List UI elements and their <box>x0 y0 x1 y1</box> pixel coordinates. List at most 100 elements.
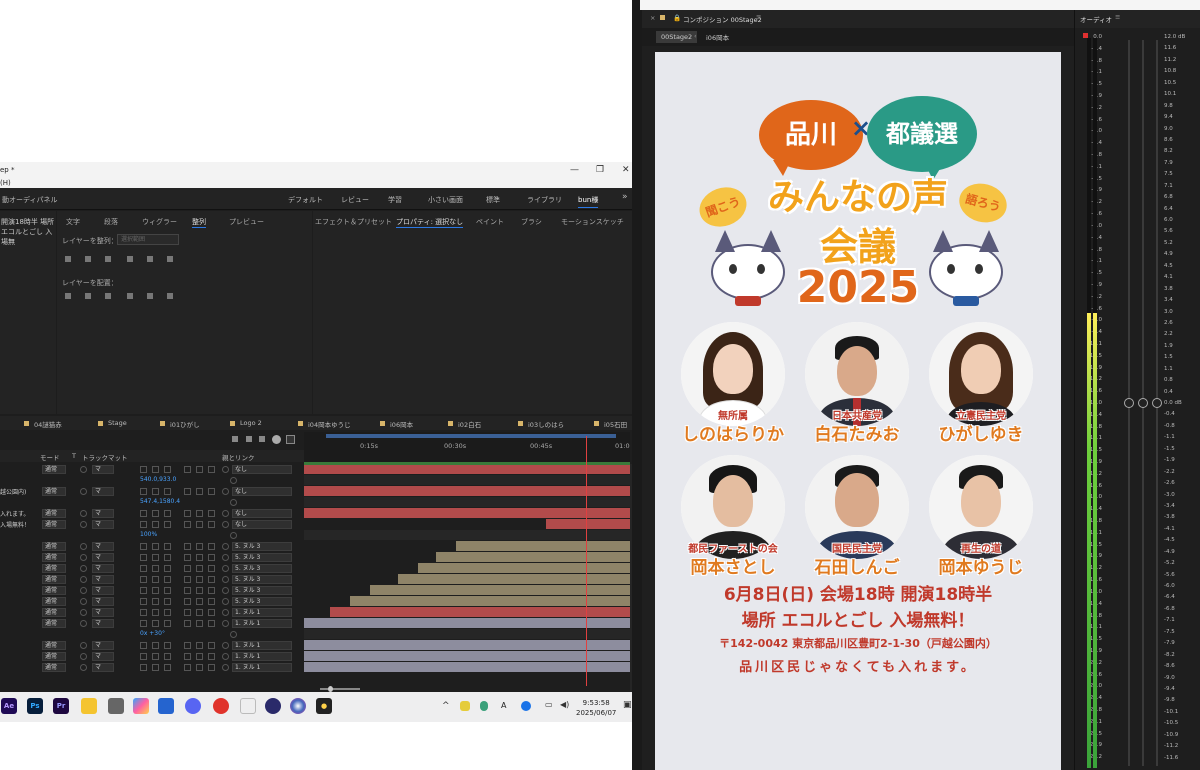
workspace-tab[interactable]: 学習 <box>388 195 402 205</box>
distribute-bottom-icon[interactable] <box>105 293 111 299</box>
work-area-bar[interactable] <box>326 434 616 438</box>
parent-select[interactable]: 5. ヌル 3 <box>232 575 292 584</box>
layer-switch-icon[interactable] <box>140 554 147 561</box>
layer-bar[interactable] <box>456 541 630 551</box>
panel-menu-icon[interactable]: ≡ <box>756 13 761 21</box>
layer-row[interactable]: 通常 マ 1. ヌル 1 <box>0 640 305 651</box>
blend-mode-select[interactable]: 通常 <box>42 652 66 661</box>
stopwatch-icon[interactable] <box>230 477 237 484</box>
layer-switch-icon[interactable] <box>152 609 159 616</box>
preserve-transparency-icon[interactable] <box>80 521 87 528</box>
close-panel-icon[interactable]: × <box>650 14 655 22</box>
layer-switch-icon[interactable] <box>196 543 203 550</box>
pick-whip-icon[interactable] <box>222 565 229 572</box>
preserve-transparency-icon[interactable] <box>80 664 87 671</box>
layer-switch-icon[interactable] <box>184 488 191 495</box>
blend-mode-select[interactable]: 通常 <box>42 509 66 518</box>
blend-mode-select[interactable]: 通常 <box>42 619 66 628</box>
parent-select[interactable]: 5. ヌル 3 <box>232 564 292 573</box>
parent-select[interactable]: 1. ヌル 1 <box>232 641 292 650</box>
layer-switch-icon[interactable] <box>208 554 215 561</box>
preserve-transparency-icon[interactable] <box>80 576 87 583</box>
taskbar-app-icon[interactable] <box>290 698 306 714</box>
layer-name[interactable]: 越公園内) <box>0 487 26 496</box>
layer-bar[interactable] <box>418 563 630 573</box>
layer-row[interactable]: 通常 マ 5. ヌル 3 <box>0 574 305 585</box>
tray-mic-icon[interactable] <box>480 701 488 711</box>
layer-row[interactable]: 通常 マ 5. ヌル 3 <box>0 596 305 607</box>
layer-switch-icon[interactable] <box>196 554 203 561</box>
playhead[interactable] <box>586 436 587 686</box>
taskbar-files-icon[interactable] <box>81 698 97 714</box>
layer-switch-icon[interactable] <box>184 609 191 616</box>
pick-whip-icon[interactable] <box>222 664 229 671</box>
blend-mode-select[interactable]: 通常 <box>42 575 66 584</box>
pick-whip-icon[interactable] <box>222 587 229 594</box>
pick-whip-icon[interactable] <box>222 554 229 561</box>
graph-editor-icon[interactable] <box>272 435 281 444</box>
layer-switch-icon[interactable] <box>164 543 171 550</box>
preserve-transparency-icon[interactable] <box>80 598 87 605</box>
preserve-transparency-icon[interactable] <box>80 554 87 561</box>
track-matte-select[interactable]: マ <box>92 652 114 661</box>
property-value[interactable]: 547.4,1580.4 <box>140 498 180 505</box>
parent-select[interactable]: 1. ヌル 1 <box>232 608 292 617</box>
layer-switch-icon[interactable] <box>184 620 191 627</box>
parent-select[interactable]: 5. ヌル 3 <box>232 586 292 595</box>
tray-app-icon[interactable] <box>521 701 531 711</box>
layer-bar[interactable] <box>436 552 630 562</box>
parent-select[interactable]: なし <box>232 465 292 474</box>
layer-switch-icon[interactable] <box>164 565 171 572</box>
layer-switch-icon[interactable] <box>184 565 191 572</box>
timeline-tab[interactable]: i03しのはら <box>528 419 564 429</box>
pick-whip-icon[interactable] <box>222 642 229 649</box>
timeline-tab[interactable]: Logo 2 <box>240 419 262 427</box>
layer-switch-icon[interactable] <box>208 488 215 495</box>
workspace-tab[interactable]: 小さい画面 <box>428 195 463 205</box>
track-matte-select[interactable]: マ <box>92 509 114 518</box>
pick-whip-icon[interactable] <box>222 510 229 517</box>
workspace-tab[interactable]: レビュー <box>341 195 369 205</box>
blend-mode-select[interactable]: 通常 <box>42 465 66 474</box>
layer-row[interactable]: 通常 マ 5. ヌル 3 <box>0 541 305 552</box>
parent-select[interactable]: 5. ヌル 3 <box>232 553 292 562</box>
clip-indicator[interactable] <box>1083 33 1088 38</box>
layer-row[interactable]: 通常 マ 5. ヌル 3 <box>0 552 305 563</box>
minimize-icon[interactable]: — <box>570 162 579 178</box>
align-vcenter-icon[interactable] <box>147 256 153 262</box>
layer-switch-icon[interactable] <box>184 587 191 594</box>
pick-whip-icon[interactable] <box>222 543 229 550</box>
layer-switch-icon[interactable] <box>164 521 171 528</box>
layer-switch-icon[interactable] <box>152 521 159 528</box>
property-value[interactable]: 0x +30° <box>140 630 165 637</box>
layer-switch-icon[interactable] <box>208 521 215 528</box>
layer-row[interactable]: 通常 マ 5. ヌル 3 <box>0 563 305 574</box>
tab-align[interactable]: 整列 <box>192 217 206 228</box>
layer-switch-icon[interactable] <box>164 620 171 627</box>
layer-switch-icon[interactable] <box>184 664 191 671</box>
blend-mode-select[interactable]: 通常 <box>42 663 66 672</box>
parent-select[interactable]: なし <box>232 520 292 529</box>
layer-switch-icon[interactable] <box>196 565 203 572</box>
layer-bar[interactable] <box>304 486 630 496</box>
gain-slider-knob[interactable] <box>1138 398 1148 408</box>
layer-row[interactable]: 通常 マ なし <box>0 464 305 475</box>
menu-help[interactable]: (H) <box>0 179 11 187</box>
layer-switch-icon[interactable] <box>184 510 191 517</box>
layer-switch-icon[interactable] <box>152 620 159 627</box>
timeline-tab[interactable]: i01ひがし <box>170 419 200 429</box>
layer-row[interactable]: 547.4,1580.4 <box>0 497 305 508</box>
layer-switch-icon[interactable] <box>140 609 147 616</box>
layer-switch-icon[interactable] <box>208 587 215 594</box>
layer-bar[interactable] <box>304 618 630 628</box>
time-ruler[interactable]: 0:15s 00:30s 00:45s 01:0 <box>304 432 630 464</box>
layer-switch-icon[interactable] <box>208 620 215 627</box>
layer-switch-icon[interactable] <box>196 598 203 605</box>
taskbar-app-icon[interactable] <box>108 698 124 714</box>
layer-switch-icon[interactable] <box>140 565 147 572</box>
align-top-icon[interactable] <box>127 256 133 262</box>
track-matte-select[interactable]: マ <box>92 575 114 584</box>
taskbar-app-icon[interactable] <box>265 698 281 714</box>
layer-switch-icon[interactable] <box>152 598 159 605</box>
layer-switch-icon[interactable] <box>196 642 203 649</box>
